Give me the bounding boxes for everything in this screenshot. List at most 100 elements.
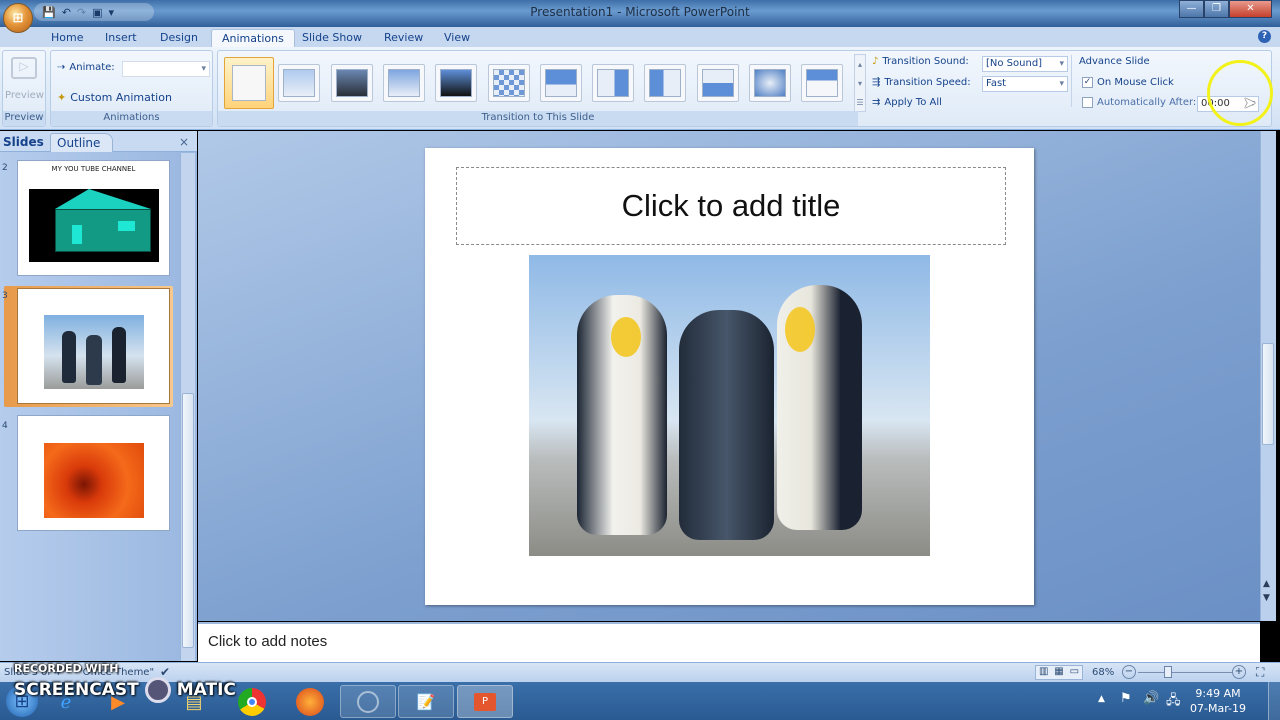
divider [1071, 55, 1072, 107]
screencast-app-icon [357, 690, 379, 713]
transition-fade-smoothly[interactable] [278, 64, 321, 102]
preview-group: ▷ Preview Preview [2, 50, 46, 127]
minimize-button[interactable]: — [1179, 0, 1204, 18]
transition-sound-dropdown[interactable]: [No Sound] [982, 56, 1068, 72]
penguins-thumbnail [44, 315, 144, 389]
taskbar-app-button[interactable] [340, 685, 396, 718]
transition-preview-icon [387, 69, 420, 97]
show-desktop-button[interactable] [1268, 682, 1280, 720]
automatically-after-label: Automatically After: [1097, 97, 1197, 108]
zoom-slider[interactable] [1138, 672, 1232, 673]
system-clock[interactable]: 9:49 AM 07-Mar-19 [1190, 686, 1246, 716]
tab-insert[interactable]: Insert [95, 29, 147, 47]
preview-button[interactable]: Preview [5, 90, 44, 101]
tab-review[interactable]: Review [374, 29, 433, 47]
fit-to-window-icon[interactable]: ⛶ [1256, 665, 1264, 680]
transition-no-transition[interactable] [224, 57, 274, 109]
flower-thumbnail [44, 443, 144, 518]
transition-cut-through-black[interactable] [435, 64, 478, 102]
slide-show-icon[interactable]: ▭ [1070, 666, 1079, 679]
customize-icon[interactable]: ▾ [109, 6, 115, 19]
action-center-flag-icon[interactable]: ⚑ [1120, 691, 1132, 706]
penguins-picture[interactable] [529, 255, 930, 556]
powerpoint-icon: P [474, 692, 496, 711]
normal-view-icon[interactable]: ▥ [1039, 666, 1048, 679]
close-button[interactable]: ✕ [1229, 0, 1272, 18]
ribbon-tabs: Home Insert Design Animations Slide Show… [0, 27, 1280, 47]
zoom-slider-thumb[interactable] [1164, 666, 1172, 678]
custom-animation-button[interactable]: ✦ Custom Animation [57, 91, 172, 104]
advance-slide-title: Advance Slide [1079, 56, 1150, 67]
apply-to-all-label: Apply To All [884, 97, 942, 108]
scroll-thumb[interactable] [1262, 343, 1274, 445]
tab-outline[interactable]: Outline [50, 133, 114, 152]
slide-thumb-title: MY YOU TUBE CHANNEL [51, 165, 136, 173]
office-button[interactable]: ⊞ [3, 3, 33, 33]
notepad-button[interactable]: 📝 [398, 685, 454, 718]
tab-design[interactable]: Design [150, 29, 208, 47]
cursor-highlight [1207, 60, 1273, 126]
on-mouse-click-checkbox[interactable]: ✓ [1082, 77, 1093, 88]
automatically-after-checkbox[interactable] [1082, 97, 1093, 108]
close-pane-button[interactable]: × [179, 133, 189, 152]
gallery-scroll[interactable]: ▴ ▾ ☰ [854, 54, 866, 112]
no-transition-icon [232, 65, 266, 101]
firefox-icon[interactable] [296, 688, 324, 716]
slide-sorter-icon[interactable]: ▦ [1054, 666, 1063, 679]
zoom-level[interactable]: 68% [1092, 667, 1114, 678]
watermark-line2: SCREENCAST [14, 680, 139, 700]
tab-slide-show[interactable]: Slide Show [292, 29, 372, 47]
transition-wipe-down[interactable] [539, 64, 582, 102]
chrome-icon[interactable] [238, 688, 266, 716]
automatically-after-option[interactable]: Automatically After: [1082, 97, 1196, 108]
apply-to-all-button[interactable]: ⇉ Apply To All [872, 97, 942, 108]
transition-group: ▴▾☰ ♪ Transition Sound: [No Sound] ⇶ Tra… [217, 50, 1272, 127]
transition-preview-icon [597, 69, 630, 97]
powerpoint-taskbar-button[interactable]: P [457, 685, 513, 718]
animate-row: ⇢ Animate: [57, 62, 115, 73]
notes-placeholder[interactable]: Click to add notes [198, 622, 1260, 662]
prev-slide-button[interactable]: ▲ [1263, 579, 1270, 589]
slide-thumbnail-selected[interactable] [17, 288, 170, 404]
slide-thumbnail[interactable]: MY YOU TUBE CHANNEL [17, 160, 170, 276]
transition-uncover-down[interactable] [801, 64, 844, 102]
network-icon[interactable]: 🖧 [1166, 691, 1181, 713]
zoom-in-button[interactable]: + [1232, 665, 1246, 679]
transition-cut[interactable] [382, 64, 425, 102]
transition-wipe-right[interactable] [644, 64, 687, 102]
transition-wipe-left[interactable] [592, 64, 635, 102]
animate-dropdown[interactable] [122, 61, 210, 77]
slide-thumbnail[interactable] [17, 415, 170, 531]
volume-icon[interactable]: 🔊 [1143, 691, 1159, 706]
main-vertical-scrollbar[interactable]: ▲ ▼ [1260, 131, 1276, 621]
layout-icon[interactable]: ▣ [92, 6, 102, 19]
pane-tabs: Slides Outline × [0, 131, 197, 152]
help-icon[interactable]: ? [1258, 30, 1271, 43]
custom-animation-label: Custom Animation [70, 91, 172, 104]
animations-group: ⇢ Animate: ✦ Custom Animation Animations [50, 50, 213, 127]
transition-wipe-up[interactable] [696, 64, 739, 102]
tab-view[interactable]: View [434, 29, 480, 47]
slides-pane-scrollbar[interactable] [180, 153, 195, 661]
scroll-thumb[interactable] [182, 393, 194, 648]
undo-icon[interactable]: ↶ [62, 6, 71, 19]
restore-button[interactable]: ❐ [1204, 0, 1229, 18]
transition-dissolve[interactable] [487, 64, 530, 102]
title-placeholder[interactable]: Click to add title [456, 167, 1006, 245]
tab-home[interactable]: Home [41, 29, 93, 47]
transition-wheel-clockwise[interactable] [749, 64, 791, 102]
redo-icon[interactable]: ↷ [77, 6, 86, 19]
transition-speed-dropdown[interactable]: Fast [982, 76, 1068, 92]
on-mouse-click-option[interactable]: ✓ On Mouse Click [1082, 77, 1174, 88]
zoom-out-button[interactable]: − [1122, 665, 1136, 679]
save-icon[interactable]: 💾 [42, 6, 56, 19]
transition-fade-through-black[interactable] [330, 64, 373, 102]
screencast-watermark: RECORDED WITH SCREENCAST MATIC [14, 662, 236, 703]
next-slide-button[interactable]: ▼ [1263, 593, 1270, 603]
screencast-logo-icon [144, 677, 171, 703]
tab-animations[interactable]: Animations [211, 29, 295, 47]
show-hidden-icons[interactable]: ▲ [1098, 694, 1105, 704]
current-slide: Click to add title [425, 148, 1034, 605]
tab-slides[interactable]: Slides [3, 133, 44, 152]
view-buttons: ▥ ▦ ▭ [1035, 665, 1083, 680]
